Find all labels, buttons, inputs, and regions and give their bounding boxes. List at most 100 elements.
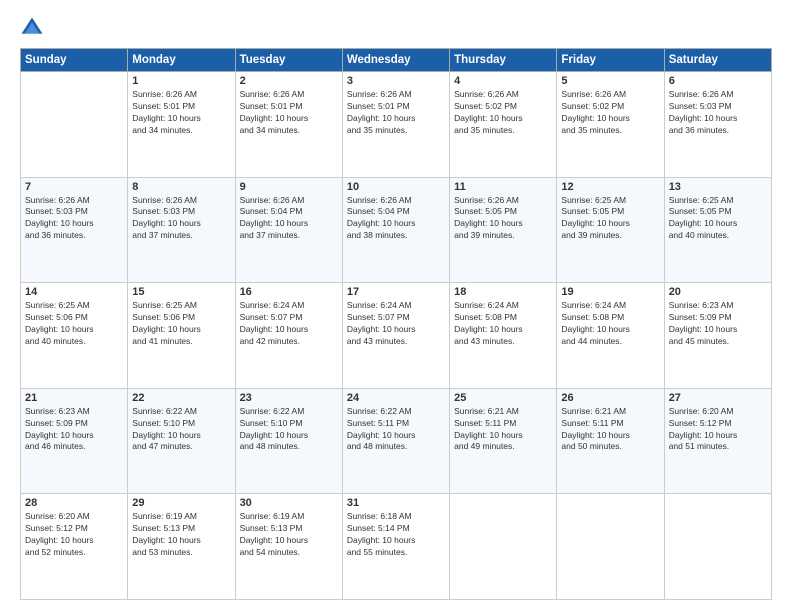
calendar-table: SundayMondayTuesdayWednesdayThursdayFrid… (20, 48, 772, 600)
calendar-cell (21, 72, 128, 178)
cell-date: 10 (347, 181, 445, 193)
cell-date: 29 (132, 497, 230, 509)
day-header-thursday: Thursday (450, 49, 557, 72)
calendar-cell: 17Sunrise: 6:24 AM Sunset: 5:07 PM Dayli… (342, 283, 449, 389)
cell-info: Sunrise: 6:19 AM Sunset: 5:13 PM Dayligh… (240, 511, 338, 559)
cell-date: 30 (240, 497, 338, 509)
cell-info: Sunrise: 6:25 AM Sunset: 5:05 PM Dayligh… (669, 195, 767, 243)
cell-date: 6 (669, 75, 767, 87)
header (20, 16, 772, 40)
calendar-cell: 31 Sunrise: 6:18 AM Sunset: 5:14 PM Dayli… (342, 494, 449, 600)
cell-info: Sunrise: 6:26 AM Sunset: 5:04 PM Dayligh… (240, 195, 338, 243)
cell-date: 1 (132, 75, 230, 87)
cell-date: 19 (561, 286, 659, 298)
cell-date: 31 (347, 497, 445, 509)
cell-date: 20 (669, 286, 767, 298)
calendar-cell: 2 Sunrise: 6:26 AM Sunset: 5:01 PM Daylig… (235, 72, 342, 178)
cell-info: Sunrise: 6:22 AM Sunset: 5:11 PM Dayligh… (347, 406, 445, 454)
calendar-cell: 12 Sunrise: 6:25 AM Sunset: 5:05 PM Dayli… (557, 177, 664, 283)
cell-info: Sunrise: 6:26 AM Sunset: 5:01 PM Dayligh… (240, 89, 338, 137)
cell-info: Sunrise: 6:26 AM Sunset: 5:03 PM Dayligh… (25, 195, 123, 243)
cell-info: Sunrise: 6:24 AM Sunset: 5:08 PM Dayligh… (454, 300, 552, 348)
cell-date: 5 (561, 75, 659, 87)
week-row-1: 1 Sunrise: 6:26 AM Sunset: 5:01 PM Daylig… (21, 72, 772, 178)
cell-date: 13 (669, 181, 767, 193)
cell-date: 12 (561, 181, 659, 193)
calendar-cell: 25 Sunrise: 6:21 AM Sunset: 5:11 PM Dayli… (450, 388, 557, 494)
cell-info: Sunrise: 6:19 AM Sunset: 5:13 PM Dayligh… (132, 511, 230, 559)
day-header-tuesday: Tuesday (235, 49, 342, 72)
cell-info: Sunrise: 6:26 AM Sunset: 5:03 PM Dayligh… (669, 89, 767, 137)
cell-date: 17 (347, 286, 445, 298)
page: SundayMondayTuesdayWednesdayThursdayFrid… (0, 0, 792, 612)
week-row-2: 7 Sunrise: 6:26 AM Sunset: 5:03 PM Daylig… (21, 177, 772, 283)
logo-icon (20, 16, 44, 40)
day-header-wednesday: Wednesday (342, 49, 449, 72)
cell-info: Sunrise: 6:23 AM Sunset: 5:09 PM Dayligh… (25, 406, 123, 454)
calendar-cell: 18 Sunrise: 6:24 AM Sunset: 5:08 PM Dayli… (450, 283, 557, 389)
cell-date: 15 (132, 286, 230, 298)
cell-date: 23 (240, 392, 338, 404)
calendar-cell: 23 Sunrise: 6:22 AM Sunset: 5:10 PM Dayli… (235, 388, 342, 494)
cell-date: 25 (454, 392, 552, 404)
cell-info: Sunrise: 6:21 AM Sunset: 5:11 PM Dayligh… (561, 406, 659, 454)
cell-info: Sunrise: 6:22 AM Sunset: 5:10 PM Dayligh… (132, 406, 230, 454)
cell-date: 3 (347, 75, 445, 87)
cell-info: Sunrise: 6:25 AM Sunset: 5:05 PM Dayligh… (561, 195, 659, 243)
calendar-cell: 11 Sunrise: 6:26 AM Sunset: 5:05 PM Dayli… (450, 177, 557, 283)
calendar-cell: 19 Sunrise: 6:24 AM Sunset: 5:08 PM Dayli… (557, 283, 664, 389)
calendar-cell: 21Sunrise: 6:23 AM Sunset: 5:09 PM Dayli… (21, 388, 128, 494)
day-header-sunday: Sunday (21, 49, 128, 72)
cell-info: Sunrise: 6:26 AM Sunset: 5:02 PM Dayligh… (454, 89, 552, 137)
cell-date: 14 (25, 286, 123, 298)
cell-info: Sunrise: 6:21 AM Sunset: 5:11 PM Dayligh… (454, 406, 552, 454)
cell-date: 4 (454, 75, 552, 87)
calendar-cell: 4 Sunrise: 6:26 AM Sunset: 5:02 PM Daylig… (450, 72, 557, 178)
cell-date: 2 (240, 75, 338, 87)
calendar-cell: 5 Sunrise: 6:26 AM Sunset: 5:02 PM Daylig… (557, 72, 664, 178)
week-row-4: 21Sunrise: 6:23 AM Sunset: 5:09 PM Dayli… (21, 388, 772, 494)
calendar-cell: 3 Sunrise: 6:26 AM Sunset: 5:01 PM Daylig… (342, 72, 449, 178)
calendar-cell: 22 Sunrise: 6:22 AM Sunset: 5:10 PM Dayli… (128, 388, 235, 494)
calendar-cell: 26 Sunrise: 6:21 AM Sunset: 5:11 PM Dayli… (557, 388, 664, 494)
calendar-cell: 6 Sunrise: 6:26 AM Sunset: 5:03 PM Daylig… (664, 72, 771, 178)
cell-date: 16 (240, 286, 338, 298)
header-row: SundayMondayTuesdayWednesdayThursdayFrid… (21, 49, 772, 72)
cell-date: 26 (561, 392, 659, 404)
cell-date: 22 (132, 392, 230, 404)
calendar-cell: 9 Sunrise: 6:26 AM Sunset: 5:04 PM Daylig… (235, 177, 342, 283)
week-row-3: 14 Sunrise: 6:25 AM Sunset: 5:06 PM Dayli… (21, 283, 772, 389)
calendar-cell: 13 Sunrise: 6:25 AM Sunset: 5:05 PM Dayli… (664, 177, 771, 283)
cell-date: 9 (240, 181, 338, 193)
calendar-cell: 16 Sunrise: 6:24 AM Sunset: 5:07 PM Dayli… (235, 283, 342, 389)
calendar-cell: 8Sunrise: 6:26 AM Sunset: 5:03 PM Daylig… (128, 177, 235, 283)
calendar-cell: 30 Sunrise: 6:19 AM Sunset: 5:13 PM Dayli… (235, 494, 342, 600)
cell-info: Sunrise: 6:26 AM Sunset: 5:04 PM Dayligh… (347, 195, 445, 243)
cell-info: Sunrise: 6:26 AM Sunset: 5:05 PM Dayligh… (454, 195, 552, 243)
cell-date: 8 (132, 181, 230, 193)
cell-info: Sunrise: 6:20 AM Sunset: 5:12 PM Dayligh… (25, 511, 123, 559)
calendar-cell: 27Sunrise: 6:20 AM Sunset: 5:12 PM Dayli… (664, 388, 771, 494)
cell-info: Sunrise: 6:25 AM Sunset: 5:06 PM Dayligh… (25, 300, 123, 348)
cell-date: 7 (25, 181, 123, 193)
calendar-cell: 29 Sunrise: 6:19 AM Sunset: 5:13 PM Dayli… (128, 494, 235, 600)
cell-date: 11 (454, 181, 552, 193)
cell-info: Sunrise: 6:18 AM Sunset: 5:14 PM Dayligh… (347, 511, 445, 559)
cell-date: 24 (347, 392, 445, 404)
cell-info: Sunrise: 6:24 AM Sunset: 5:08 PM Dayligh… (561, 300, 659, 348)
calendar-cell (557, 494, 664, 600)
cell-date: 27 (669, 392, 767, 404)
calendar-cell: 1 Sunrise: 6:26 AM Sunset: 5:01 PM Daylig… (128, 72, 235, 178)
cell-info: Sunrise: 6:22 AM Sunset: 5:10 PM Dayligh… (240, 406, 338, 454)
cell-date: 18 (454, 286, 552, 298)
cell-info: Sunrise: 6:24 AM Sunset: 5:07 PM Dayligh… (240, 300, 338, 348)
calendar-cell: 14 Sunrise: 6:25 AM Sunset: 5:06 PM Dayli… (21, 283, 128, 389)
day-header-monday: Monday (128, 49, 235, 72)
cell-info: Sunrise: 6:26 AM Sunset: 5:01 PM Dayligh… (132, 89, 230, 137)
day-header-saturday: Saturday (664, 49, 771, 72)
cell-info: Sunrise: 6:26 AM Sunset: 5:01 PM Dayligh… (347, 89, 445, 137)
logo (20, 16, 48, 40)
cell-info: Sunrise: 6:23 AM Sunset: 5:09 PM Dayligh… (669, 300, 767, 348)
cell-info: Sunrise: 6:26 AM Sunset: 5:02 PM Dayligh… (561, 89, 659, 137)
calendar-cell (450, 494, 557, 600)
